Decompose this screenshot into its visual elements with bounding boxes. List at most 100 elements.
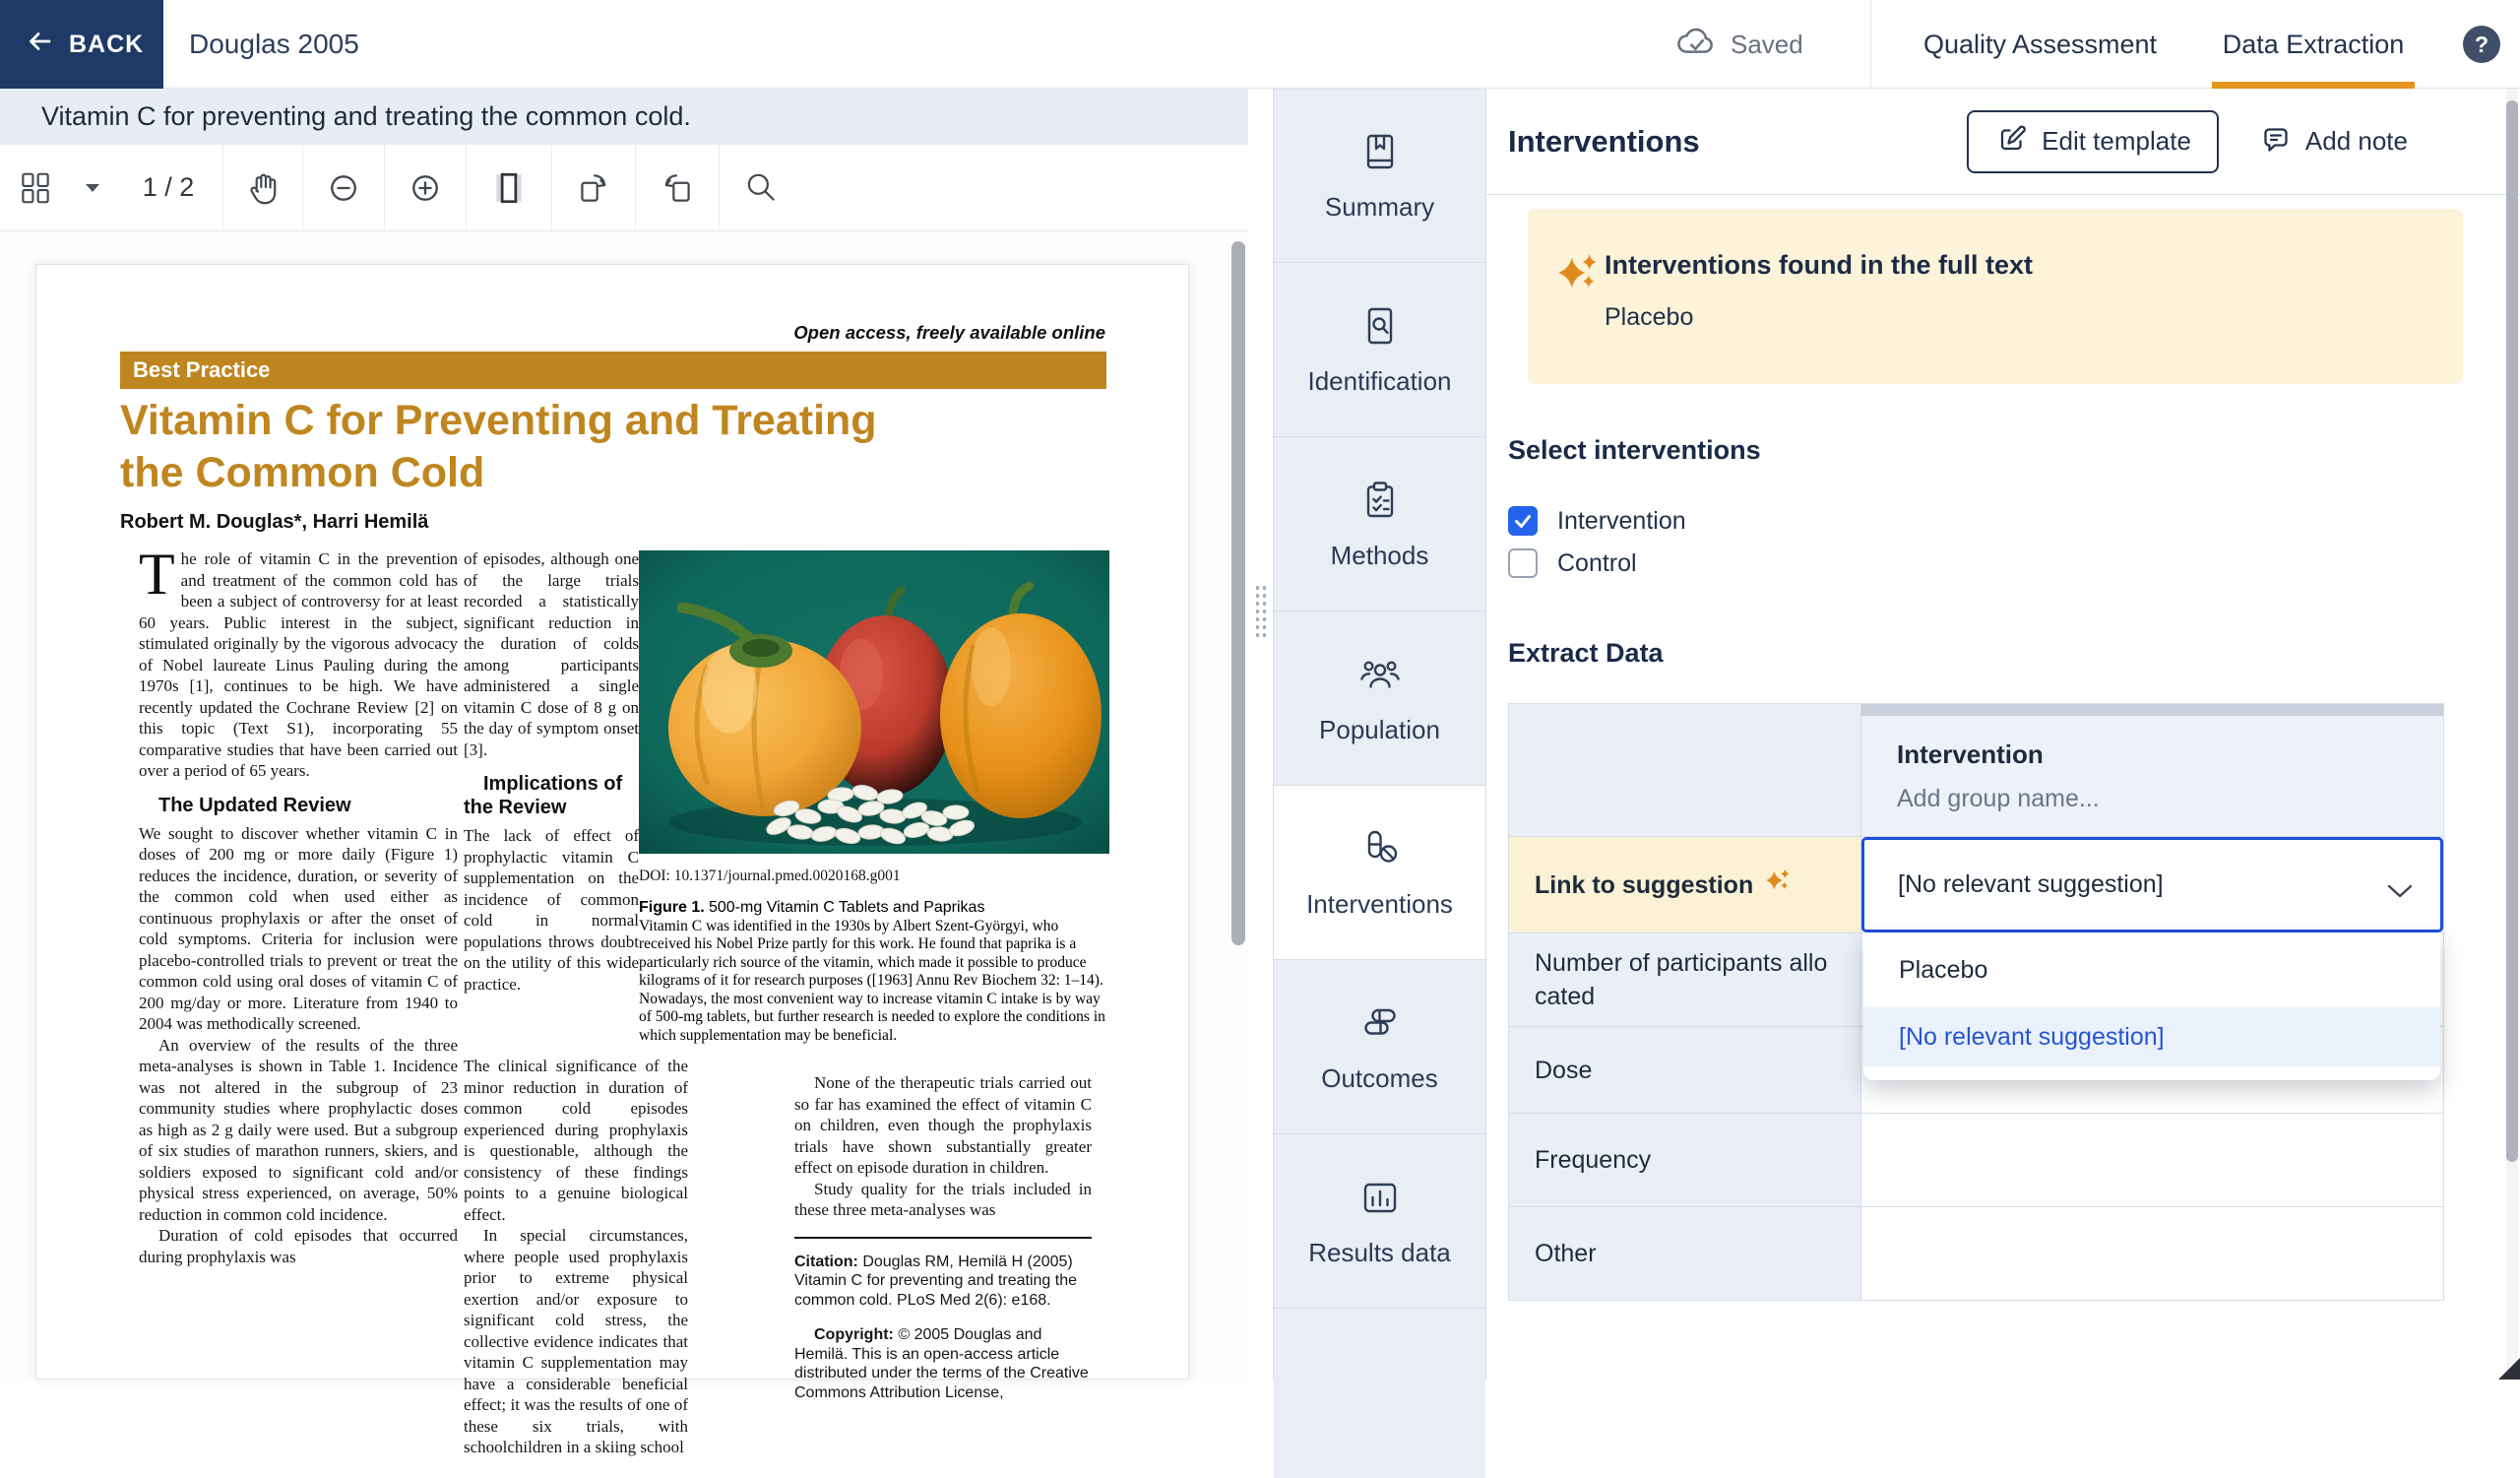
pdf-scrollbar[interactable]	[1231, 241, 1245, 945]
nav-item-methods[interactable]: Methods	[1274, 437, 1485, 611]
nav-item-outcomes[interactable]: Outcomes	[1274, 960, 1485, 1134]
figure-doi: DOI: 10.1371/journal.pmed.0020168.g001	[639, 868, 1109, 885]
splitter-drag-handle-icon[interactable]	[1254, 584, 1267, 637]
figure-caption-body: Vitamin C was identified in the 1930s by…	[639, 918, 1105, 1044]
pdf-document-header: Vitamin C for preventing and treating th…	[0, 89, 1273, 145]
table-row: Other	[1509, 1207, 2443, 1300]
extract-data-heading: Extract Data	[1508, 638, 1664, 669]
panel-title: Interventions	[1508, 124, 1967, 160]
dropdown-option-no-relevant-suggestion[interactable]: [No relevant suggestion]	[1863, 1007, 2440, 1066]
book-bookmark-icon	[1356, 129, 1404, 176]
paper-authors: Robert M. Douglas*, Harri Hemilä	[120, 511, 428, 534]
back-label: BACK	[69, 31, 144, 59]
bar-chart-icon	[1356, 1175, 1404, 1222]
comment-note-icon	[2258, 121, 2292, 161]
nav-item-interventions[interactable]: Interventions	[1274, 786, 1485, 960]
zoom-out-icon[interactable]	[303, 145, 384, 231]
back-button[interactable]: BACK	[0, 0, 163, 89]
suggestion-select[interactable]: [No relevant suggestion]	[1861, 837, 2443, 932]
caret-down-icon[interactable]	[71, 145, 114, 231]
edit-template-button[interactable]: Edit template	[1967, 110, 2219, 173]
people-group-icon	[1356, 652, 1404, 699]
paragraph: Study quality for the trials included in…	[794, 1179, 1092, 1221]
link-to-suggestion-row: Link to suggestion [No relevant suggesti…	[1509, 837, 2443, 933]
checked-checkbox-icon	[1508, 506, 1538, 536]
paragraph-text: he role of vitamin C in the prevention a…	[139, 549, 458, 780]
pdf-page[interactable]: Open access, freely available online Bes…	[35, 264, 1189, 1380]
nav-item-label: Summary	[1325, 192, 1434, 223]
panel-header: Interventions Edit template Add note	[1486, 89, 2520, 195]
nav-item-results-data[interactable]: Results data	[1274, 1134, 1485, 1309]
paper-title: Vitamin C for Preventing and Treating th…	[120, 395, 877, 499]
header-label-cell	[1509, 704, 1861, 836]
paragraph: An overview of the results of the three …	[139, 1035, 458, 1226]
clipboard-checklist-icon	[1356, 478, 1404, 525]
add-note-label: Add note	[2305, 126, 2408, 157]
citation-divider	[794, 1237, 1092, 1239]
paragraph: The role of vitamin C in the prevention …	[139, 548, 458, 782]
paper-section-banner: Best Practice	[120, 352, 1106, 389]
unchecked-checkbox-icon	[1508, 548, 1538, 578]
nav-item-population[interactable]: Population	[1274, 611, 1485, 786]
figure-caption-label: Figure 1.	[639, 899, 705, 916]
nav-item-label: Interventions	[1306, 889, 1453, 920]
page-thumbnails-icon[interactable]	[0, 145, 71, 231]
resize-corner	[2498, 1358, 2520, 1380]
figure-caption-title: 500-mg Vitamin C Tablets and Paprikas	[709, 899, 984, 916]
table-rows-icon	[1356, 1000, 1404, 1048]
rotate-counterclockwise-icon[interactable]	[636, 145, 719, 231]
table-header-row: Intervention Add group name...	[1509, 704, 2443, 837]
nav-empty-cell	[1274, 1309, 1485, 1478]
intervention-column-header-cell[interactable]: Intervention Add group name...	[1861, 704, 2443, 836]
tab-data-extraction[interactable]: Data Extraction	[2212, 0, 2415, 89]
link-row-label-cell: Link to suggestion	[1509, 837, 1861, 932]
document-title: Douglas 2005	[189, 0, 359, 89]
pdf-viewer: Vitamin C for preventing and treating th…	[0, 89, 1273, 1380]
panel-scrollbar[interactable]	[2506, 100, 2518, 1162]
add-note-button[interactable]: Add note	[2248, 110, 2418, 173]
paper-title-line2: the Common Cold	[120, 447, 877, 499]
checkbox-control[interactable]: Control	[1508, 548, 1637, 578]
table-row: Frequency	[1509, 1114, 2443, 1207]
ai-suggestion-box: Interventions found in the full text Pla…	[1528, 209, 2463, 384]
page-indicator: 1 / 2	[114, 145, 222, 231]
extraction-section-nav: Summary Identification Methods Populatio…	[1273, 89, 1486, 1380]
copyright: Copyright: © 2005 Douglas and Hemilä. Th…	[794, 1325, 1092, 1402]
nav-item-label: Outcomes	[1321, 1063, 1438, 1094]
top-bar: BACK Douglas 2005 Saved Quality Assessme…	[0, 0, 2520, 89]
tab-quality-assessment-label: Quality Assessment	[1923, 30, 2157, 60]
edit-pencil-icon	[1994, 121, 2028, 161]
drop-cap: T	[139, 548, 181, 598]
hand-tool-icon[interactable]	[223, 145, 302, 231]
paper-column-2-continued: The clinical significance of the minor r…	[464, 1056, 688, 1458]
checkbox-intervention[interactable]: Intervention	[1508, 506, 1686, 536]
nav-item-label: Identification	[1308, 366, 1452, 397]
help-button[interactable]: ?	[2463, 26, 2500, 63]
saved-label: Saved	[1731, 30, 1803, 60]
row-label: Number of participants allocated	[1509, 933, 1861, 1026]
suggestion-title: Interventions found in the full text	[1605, 250, 2033, 281]
paragraph: Duration of cold episodes that occurred …	[139, 1225, 458, 1267]
tab-quality-assessment[interactable]: Quality Assessment	[1909, 0, 2172, 89]
row-value-cell[interactable]	[1861, 1114, 2443, 1206]
figure-caption: Figure 1. 500-mg Vitamin C Tablets and P…	[639, 899, 1109, 1045]
column-header-title: Intervention	[1897, 739, 2044, 770]
row-value-cell[interactable]	[1861, 1207, 2443, 1300]
rotate-clockwise-icon[interactable]	[552, 145, 635, 231]
paper-access-note: Open access, freely available online	[793, 322, 1105, 344]
citation: Citation: Douglas RM, Hemilä H (2005) Vi…	[794, 1253, 1092, 1311]
nav-item-identification[interactable]: Identification	[1274, 263, 1485, 437]
nav-item-summary[interactable]: Summary	[1274, 89, 1485, 263]
checkbox-label: Control	[1557, 549, 1637, 578]
dropdown-option-placebo[interactable]: Placebo	[1863, 932, 2440, 1007]
panel-splitter	[1248, 89, 1273, 1380]
fit-page-icon[interactable]	[467, 145, 551, 231]
document-search-icon	[1356, 303, 1404, 351]
paper-column-2: of episodes, although one of the large t…	[464, 548, 639, 995]
paragraph: In special circumstances, where people u…	[464, 1225, 688, 1458]
search-icon[interactable]	[720, 145, 802, 231]
nav-item-label: Population	[1319, 715, 1440, 745]
zoom-in-icon[interactable]	[385, 145, 466, 231]
group-name-placeholder[interactable]: Add group name...	[1897, 785, 2100, 813]
paragraph: None of the therapeutic trials carried o…	[794, 1072, 1092, 1179]
